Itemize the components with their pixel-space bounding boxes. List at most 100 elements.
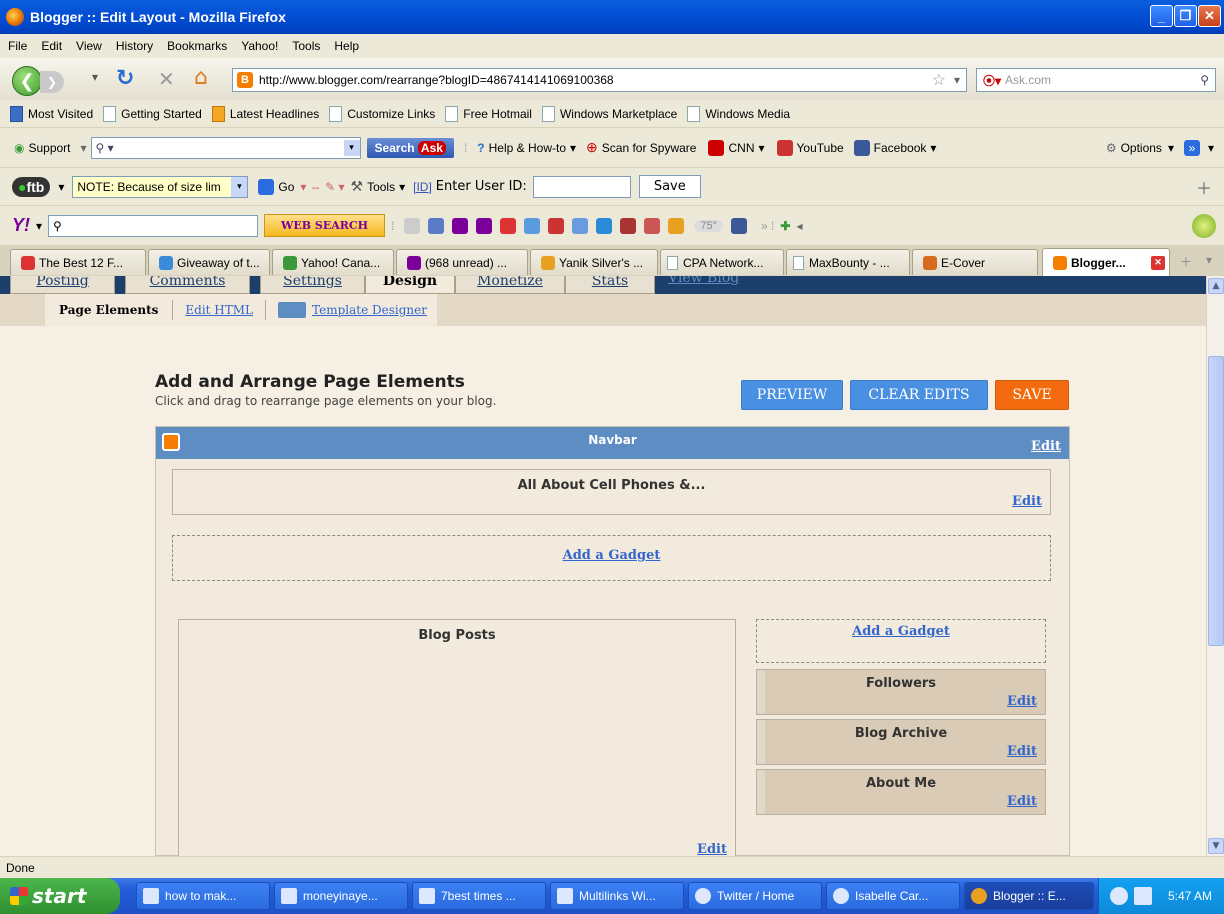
add-gadget-link[interactable]: Add a Gadget [173, 548, 1050, 563]
task-twitter[interactable]: Twitter / Home [688, 882, 822, 910]
save-button[interactable]: SAVE [995, 380, 1069, 410]
url-text[interactable]: http://www.blogger.com/rearrange?blogID=… [259, 73, 614, 87]
tab-best-12[interactable]: The Best 12 F... [10, 249, 146, 275]
tab-yanik-silver[interactable]: Yanik Silver's ... [530, 249, 658, 275]
options-link[interactable]: Options [1121, 141, 1162, 155]
arrows-icon[interactable]: ▾ ⇔ ✎ ▾ [300, 180, 344, 194]
subtab-template-designer[interactable]: Template Designer [312, 303, 437, 317]
clock[interactable]: 5:47 AM [1168, 889, 1212, 903]
scroll-left-icon[interactable]: ◂ [796, 219, 802, 233]
tab-settings[interactable]: Settings [260, 276, 365, 294]
pencil-icon[interactable] [404, 217, 421, 234]
my-yahoo-icon[interactable] [452, 217, 469, 234]
menu-bookmarks[interactable]: Bookmarks [167, 39, 227, 53]
subtab-page-elements[interactable]: Page Elements [45, 303, 172, 317]
input-dropdown-icon[interactable]: ▾ [343, 139, 360, 156]
header-gadget[interactable]: All About Cell Phones &... Edit [172, 469, 1051, 515]
news-icon[interactable] [548, 217, 565, 234]
tab-giveaway[interactable]: Giveaway of t... [148, 249, 270, 275]
more-icon[interactable]: » ⁞ [761, 219, 774, 233]
menu-yahoo[interactable]: Yahoo! [241, 39, 278, 53]
navbar-gadget[interactable]: Navbar Edit [156, 427, 1069, 459]
bookmark-free-hotmail[interactable]: Free Hotmail [445, 105, 532, 122]
chevron-down-icon[interactable]: ▾ [570, 141, 576, 155]
support-link[interactable]: Support [28, 141, 70, 155]
search-dropdown-icon[interactable]: ▾ [81, 141, 87, 155]
chevron-down-icon[interactable]: ▾ [1168, 141, 1174, 155]
bookmarks-icon[interactable] [428, 217, 445, 234]
task-how-to-make[interactable]: how to mak... [136, 882, 270, 910]
bookmark-customize-links[interactable]: Customize Links [329, 105, 435, 122]
tools-menu[interactable]: Tools [367, 180, 395, 194]
tab-stats[interactable]: Stats [565, 276, 655, 294]
answers-icon[interactable] [668, 217, 685, 234]
clear-edits-button[interactable]: CLEAR EDITS [850, 380, 988, 410]
menu-edit[interactable]: Edit [41, 39, 62, 53]
url-bar[interactable]: B http://www.blogger.com/rearrange?blogI… [232, 68, 967, 92]
blog-archive-edit-link[interactable]: Edit [1007, 744, 1037, 759]
tab-comments[interactable]: Comments [125, 276, 250, 294]
ask-search-input[interactable]: ⚲ ▾ ▾ [90, 136, 361, 159]
new-tab-icon[interactable]: ＋ [1180, 253, 1192, 270]
reload-icon[interactable]: ↻ [116, 66, 134, 91]
facebook-link[interactable]: Facebook [874, 141, 927, 155]
about-me-edit-link[interactable]: Edit [1007, 794, 1037, 809]
ask-search-button[interactable]: Search Ask [366, 137, 454, 158]
stop-icon[interactable]: ✕ [158, 67, 175, 91]
tab-yahoo-mail[interactable]: (968 unread) ... [396, 249, 528, 275]
blog-posts-gadget[interactable]: Blog Posts Edit [178, 619, 736, 856]
header-edit-link[interactable]: Edit [1012, 494, 1042, 509]
menu-file[interactable]: File [8, 39, 27, 53]
subtab-edit-html[interactable]: Edit HTML [173, 303, 265, 317]
yahoo-search-input[interactable]: ⚲ [48, 214, 259, 237]
tab-design[interactable]: Design [365, 276, 455, 294]
minimize-button[interactable]: _ [1150, 5, 1173, 27]
chevron-down-icon[interactable]: ▾ [36, 219, 42, 233]
start-button[interactable]: start [0, 878, 120, 914]
shopping-icon[interactable] [644, 217, 661, 234]
preview-button[interactable]: PREVIEW [741, 380, 843, 410]
facebook-icon[interactable] [731, 217, 748, 234]
chevron-down-icon[interactable]: ▾ [930, 141, 936, 155]
bookmark-windows-media[interactable]: Windows Media [687, 105, 790, 122]
chevron-down-icon[interactable]: ▾ [399, 180, 405, 194]
blog-posts-edit-link[interactable]: Edit [697, 842, 727, 856]
scan-spyware-link[interactable]: Scan for Spyware [602, 141, 697, 155]
about-me-gadget[interactable]: About Me Edit [756, 769, 1046, 815]
bookmark-most-visited[interactable]: Most Visited [10, 105, 93, 122]
tab-posting[interactable]: Posting [10, 276, 115, 294]
close-button[interactable]: ✕ [1198, 5, 1221, 27]
back-button[interactable]: ❮ [12, 66, 42, 96]
blog-archive-gadget[interactable]: Blog Archive Edit [756, 719, 1046, 765]
maximize-button[interactable]: ❐ [1174, 5, 1197, 27]
add-gadget-link[interactable]: Add a Gadget [757, 624, 1045, 639]
tray-icon[interactable] [1133, 887, 1152, 905]
bookmark-latest-headlines[interactable]: Latest Headlines [211, 105, 319, 122]
tab-yahoo-canada[interactable]: Yahoo! Cana... [272, 249, 394, 275]
task-7best-times[interactable]: 7best times ... [412, 882, 546, 910]
cnn-link[interactable]: CNN [728, 141, 754, 155]
more-tools-icon[interactable]: » [1183, 139, 1200, 156]
ask-icon[interactable]: ⦿▾ [983, 72, 1001, 89]
chevron-down-icon[interactable]: ▾ [758, 141, 764, 155]
weather-icon[interactable]: 75° [694, 219, 724, 232]
chevron-down-icon[interactable]: ▾ [58, 180, 64, 194]
close-tab-icon[interactable]: ✕ [1151, 255, 1165, 270]
note-dropdown-icon[interactable]: ▾ [231, 176, 248, 197]
scroll-down-icon[interactable]: ▼ [1208, 838, 1224, 854]
star-icon[interactable]: ☆ [932, 70, 946, 90]
task-moneyinaye[interactable]: moneyinaye... [274, 882, 408, 910]
web-search-button[interactable]: WEB SEARCH [264, 214, 386, 237]
ftb-save-button[interactable]: Save [638, 175, 701, 198]
chevron-down-icon[interactable]: ▾ [1208, 141, 1214, 155]
navbar-edit-link[interactable]: Edit [1031, 439, 1061, 454]
vertical-scrollbar[interactable]: ▲ ▼ [1206, 276, 1224, 856]
bookmark-windows-marketplace[interactable]: Windows Marketplace [541, 105, 677, 122]
tab-list-icon[interactable]: ▾ [1206, 253, 1212, 267]
add-button-icon[interactable]: ✚ [780, 219, 790, 233]
tab-e-cover[interactable]: E-Cover [912, 249, 1038, 275]
tray-icon[interactable] [1109, 887, 1128, 905]
view-blog-link[interactable]: View Blog [668, 276, 739, 286]
help-link[interactable]: Help & How-to [489, 141, 566, 155]
followers-gadget[interactable]: Followers Edit [756, 669, 1046, 715]
